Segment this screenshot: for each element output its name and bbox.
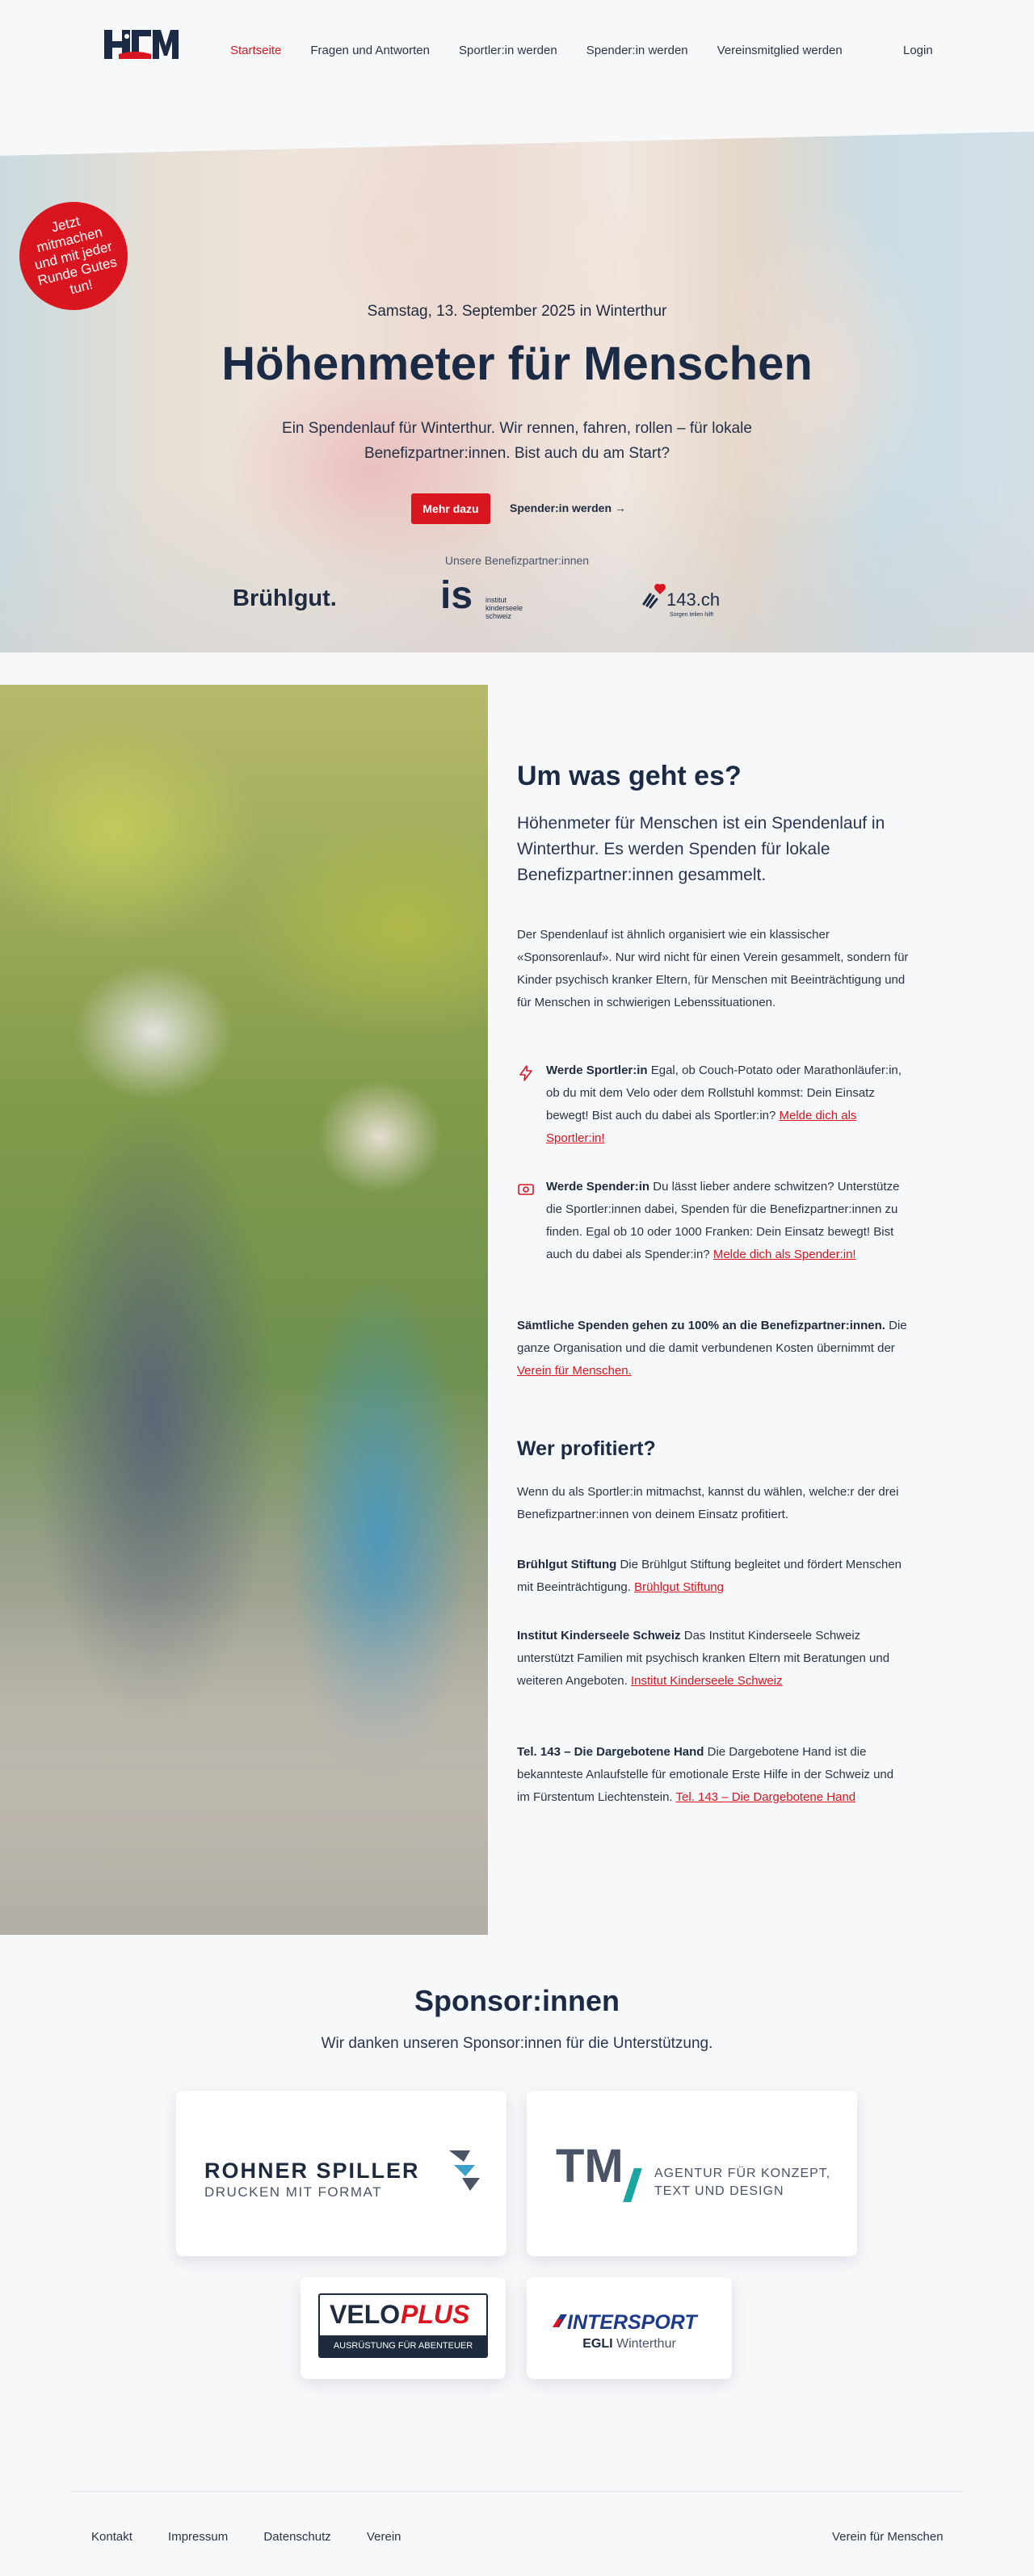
is-logo-text: institut kinderseele schweiz [485, 596, 523, 620]
veloplus-tagline: AUSRÜSTUNG FÜR ABENTEUER [320, 2335, 486, 2356]
nav-link-sportler[interactable]: Sportler:in werden [459, 44, 557, 57]
footer-link-datenschutz[interactable]: Datenschutz [263, 2530, 330, 2544]
tel143-text: 143.ch [666, 589, 721, 610]
intersport-flag-icon [553, 2314, 567, 2327]
hfm-logo-icon [104, 30, 179, 59]
tel143-tagline: Sorgen teilen hilft [670, 612, 714, 618]
footer-menu: Kontakt Impressum Datenschutz Verein [91, 2530, 434, 2544]
beneficiary-bruehlgut: Brühlgut Stiftung Die Brühlgut Stiftung … [517, 1554, 909, 1599]
lightning-icon [519, 1065, 532, 1081]
beneficiary-bold: Brühlgut Stiftung [517, 1558, 617, 1571]
about-title: Um was geht es? [517, 761, 742, 791]
spender-signup-link[interactable]: Melde dich als Spender:in! [713, 1248, 856, 1261]
all-donations-text: Sämtliche Spenden gehen zu 100% an die B… [517, 1315, 909, 1382]
hero-subtitle: Ein Spendenlauf für Winterthur. Wir renn… [282, 420, 752, 462]
sponsor-card-veloplus[interactable]: VELO PLUS AUSRÜSTUNG FÜR ABENTEUER [301, 2277, 506, 2379]
tm-line2: TEXT UND DESIGN [654, 2184, 784, 2198]
money-icon [518, 1184, 534, 1195]
beneficiary-tel143: Tel. 143 – Die Dargebotene Hand Die Darg… [517, 1741, 909, 1809]
bruehlgut-link[interactable]: Brühlgut Stiftung [634, 1580, 724, 1594]
veloplus-plus: PLUS [401, 2300, 470, 2329]
main-menu: Startseite Fragen und Antworten Sportler… [230, 44, 872, 57]
top-navigation: Startseite Fragen und Antworten Sportler… [0, 0, 1034, 105]
footer-divider [71, 2491, 961, 2492]
spender-bold: Werde Spender:in [546, 1180, 650, 1194]
footer-organisation-link[interactable]: Verein für Menschen [832, 2530, 944, 2544]
tm-slash-icon [623, 2168, 642, 2202]
about-lead: Höhenmeter für Menschen ist ein Spendenl… [517, 814, 885, 884]
beneficiaries-title: Wer profitiert? [517, 1437, 656, 1460]
veloplus-frame: VELO PLUS AUSRÜSTUNG FÜR ABENTEUER [318, 2293, 488, 2358]
hero-title: Höhenmeter für Menschen [221, 338, 813, 390]
nav-link-spender[interactable]: Spender:in werden [586, 44, 688, 57]
nav-link-vereinsmitglied[interactable]: Vereinsmitglied werden [717, 44, 843, 57]
sponsor-card-intersport[interactable]: INTERSPORT EGLI Winterthur [527, 2277, 732, 2379]
kinderseele-logo[interactable]: is institut kinderseele schweiz [440, 574, 529, 624]
login-link[interactable]: Login [903, 44, 933, 57]
tel143-logo[interactable]: 143.ch Sorgen teilen hilft [642, 580, 723, 624]
about-intro: Der Spendenlauf ist ähnlich organisiert … [517, 928, 909, 1009]
sportler-bold: Werde Sportler:in [546, 1064, 648, 1077]
sponsors-title: Sponsor:innen [414, 1984, 620, 2017]
intersport-sub-bold: EGLI [582, 2337, 613, 2351]
sponsors-subtitle: Wir danken unseren Sponsor:innen für die… [321, 2035, 713, 2052]
rohner-mark-icon [449, 2150, 480, 2191]
all-donations-bold: Sämtliche Spenden gehen zu 100% an die B… [517, 1319, 885, 1332]
tm-line1: AGENTUR FÜR KONZEPT, [654, 2167, 831, 2180]
footer-link-kontakt[interactable]: Kontakt [91, 2530, 132, 2544]
hero-section: Jetzt mitmachen und mit jeder Runde Gute… [0, 132, 1034, 652]
photo-ground [0, 1596, 488, 1935]
tm-mark: TM [556, 2140, 624, 2192]
site-logo[interactable] [103, 27, 180, 62]
sportler-text: Werde Sportler:in Egal, ob Couch-Potato … [546, 1059, 909, 1150]
rohner-name: ROHNER SPILLER [204, 2159, 420, 2183]
footer-link-verein[interactable]: Verein [367, 2530, 401, 2544]
veloplus-velo: VELO [330, 2300, 401, 2329]
nav-link-startseite[interactable]: Startseite [230, 44, 281, 57]
beneficiary-bold: Tel. 143 – Die Dargebotene Hand [517, 1745, 704, 1759]
senior-couple-running-photo [0, 685, 488, 1935]
is-logo-letters: is [440, 574, 473, 617]
footer-link-impressum[interactable]: Impressum [168, 2530, 228, 2544]
sponsor-card-rohner-spiller[interactable]: ROHNER SPILLER DRUCKEN MIT FORMAT [176, 2091, 506, 2256]
partners-label: Unsere Benefizpartner:innen [444, 554, 590, 567]
nav-link-faq[interactable]: Fragen und Antworten [310, 44, 430, 57]
intersport-name: INTERSPORT [567, 2311, 697, 2334]
event-date: Samstag, 13. September 2025 in Winterthu… [367, 303, 667, 320]
verein-link[interactable]: Verein für Menschen. [517, 1364, 632, 1378]
tel143-link[interactable]: Tel. 143 – Die Dargebotene Hand [675, 1790, 855, 1804]
spender-text: Werde Spender:in Du lässt lieber andere … [546, 1176, 909, 1266]
rohner-tagline: DRUCKEN MIT FORMAT [204, 2184, 382, 2200]
beneficiaries-intro: Wenn du als Sportler:in mitmachst, kanns… [517, 1485, 899, 1521]
mehr-dazu-button[interactable]: Mehr dazu [411, 493, 490, 524]
hero-overlay [0, 132, 1034, 652]
bruehlgut-logo[interactable]: Brühlgut. [233, 585, 337, 612]
intersport-location: EGLI Winterthur [527, 2337, 732, 2352]
beneficiary-bold: Institut Kinderseele Schweiz [517, 1629, 681, 1643]
beneficiary-kinderseele: Institut Kinderseele Schweiz Das Institu… [517, 1625, 909, 1693]
intersport-sub: Winterthur [612, 2337, 676, 2351]
kinderseele-link[interactable]: Institut Kinderseele Schweiz [631, 1674, 783, 1688]
sponsor-card-tm[interactable]: TM AGENTUR FÜR KONZEPT, TEXT UND DESIGN [527, 2091, 857, 2256]
spender-werden-link[interactable]: Spender:in werden → [510, 501, 626, 514]
